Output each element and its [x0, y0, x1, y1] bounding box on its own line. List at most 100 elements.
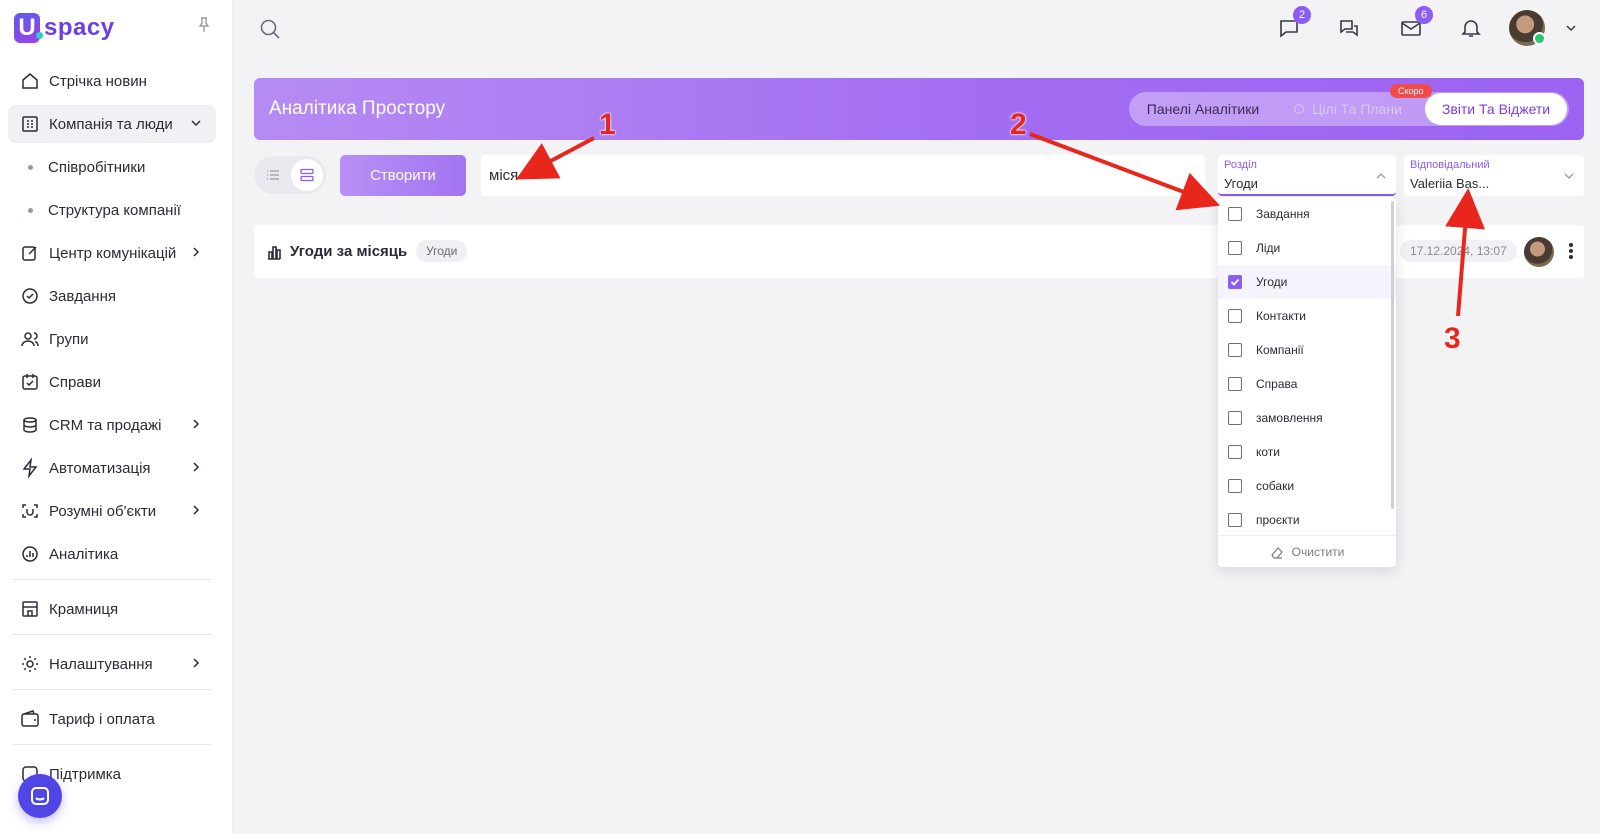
sidebar-subitem-employees[interactable]: Співробітники — [8, 148, 216, 186]
section-option-label: замовлення — [1256, 411, 1323, 425]
eraser-icon — [1270, 546, 1283, 559]
section-option[interactable]: Ліди — [1218, 231, 1396, 265]
topbar: 2 6 — [233, 0, 1600, 56]
loading-icon — [1294, 104, 1305, 114]
search-input[interactable] — [481, 155, 1205, 196]
section-option[interactable]: Угоди — [1218, 265, 1396, 299]
section-option[interactable]: коти — [1218, 435, 1396, 469]
user-avatar[interactable] — [1509, 10, 1546, 46]
section-option[interactable]: Компанії — [1218, 333, 1396, 367]
chevron-up-icon — [1376, 173, 1386, 179]
section-option[interactable]: проєкти — [1218, 503, 1396, 535]
tab-dashboards[interactable]: Панелі Аналітики — [1129, 92, 1277, 126]
chat-bubbles-icon — [1340, 20, 1358, 37]
chevron-down-icon[interactable] — [1565, 22, 1577, 34]
responsible-select-value: Valeriia Bas... — [1410, 176, 1490, 191]
section-option-label: собаки — [1256, 479, 1295, 493]
sidebar-divider — [12, 579, 212, 580]
responsible-select[interactable]: Відповідальний Valeriia Bas... — [1404, 155, 1584, 196]
report-date: 17.12.2024, 13:07 — [1400, 240, 1517, 262]
tab-reports[interactable]: Звіти Та Віджети — [1425, 93, 1567, 125]
sidebar-item-label: Автоматизація — [49, 459, 151, 477]
sidebar-item-label: Аналітика — [49, 545, 119, 563]
sidebar-item-smart-objects[interactable]: Розумні об'єкти — [8, 492, 216, 530]
chat-button[interactable]: 2 — [1277, 6, 1311, 40]
discussions-button[interactable] — [1337, 16, 1361, 40]
section-option-label: Компанії — [1256, 343, 1304, 357]
analytics-header: Аналітика Простору Панелі Аналітики Цілі… — [254, 78, 1584, 140]
page-title: Аналітика Простору — [269, 98, 446, 119]
gear-icon — [22, 656, 38, 672]
checkbox[interactable] — [1228, 411, 1242, 425]
section-option[interactable]: Справа — [1218, 367, 1396, 401]
checkbox[interactable] — [1228, 377, 1242, 391]
dropdown-scrollbar[interactable] — [1391, 201, 1394, 509]
sidebar-item-store[interactable]: Крамниця — [8, 590, 216, 628]
sidebar-item-tasks[interactable]: Завдання — [8, 277, 216, 315]
section-options-list: Завдання Ліди Угоди Контакти Компанії Справа з… — [1218, 197, 1396, 535]
checkbox[interactable] — [1228, 241, 1242, 255]
sidebar-divider — [12, 689, 212, 690]
logo[interactable]: U spacy — [14, 10, 115, 46]
checkbox[interactable] — [1228, 513, 1242, 527]
checkbox[interactable] — [1228, 445, 1242, 459]
sidebar-item-settings[interactable]: Налаштування — [8, 645, 216, 683]
section-option[interactable]: собаки — [1218, 469, 1396, 503]
sidebar-item-label: Справи — [49, 373, 101, 391]
section-option[interactable]: Завдання — [1218, 197, 1396, 231]
chat-bubble-icon — [31, 787, 49, 805]
database-icon — [23, 417, 37, 433]
bar-chart-icon — [268, 246, 281, 260]
section-option[interactable]: замовлення — [1218, 401, 1396, 435]
checkbox[interactable] — [1228, 207, 1242, 221]
sidebar-item-crm[interactable]: CRM та продажі — [8, 406, 216, 444]
section-dropdown: Завдання Ліди Угоди Контакти Компанії Справа з… — [1218, 197, 1396, 567]
list-view-button[interactable] — [257, 159, 289, 191]
check-circle-icon — [22, 288, 38, 304]
checkbox-checked[interactable] — [1228, 275, 1242, 289]
more-vertical-icon[interactable] — [1568, 241, 1574, 261]
sidebar-item-billing[interactable]: Тариф і оплата — [8, 700, 216, 738]
store-icon — [22, 601, 38, 617]
section-option-label: Ліди — [1256, 241, 1281, 255]
sidebar: U spacy Стрічка новин Компанія та люди С… — [0, 0, 233, 834]
building-icon — [22, 116, 38, 132]
bell-icon — [1461, 20, 1481, 37]
view-toggle — [254, 156, 326, 194]
sidebar-item-news[interactable]: Стрічка новин — [8, 62, 216, 100]
section-tabs: Панелі Аналітики Цілі Та Плани Звіти Та … — [1129, 92, 1569, 126]
search-icon[interactable] — [259, 18, 281, 40]
sidebar-item-deals[interactable]: Справи — [8, 363, 216, 401]
section-option-label: проєкти — [1256, 513, 1300, 527]
sidebar-subitem-structure[interactable]: Структура компанії — [8, 191, 216, 229]
calendar-check-icon — [22, 374, 38, 390]
sidebar-item-label: Структура компанії — [48, 201, 181, 219]
checkbox[interactable] — [1228, 343, 1242, 357]
section-select-value: Угоди — [1224, 176, 1258, 191]
sidebar-item-analytics[interactable]: Аналітика — [8, 535, 216, 573]
card-view-button[interactable] — [291, 159, 323, 191]
create-button[interactable]: Створити — [340, 155, 466, 196]
section-select-label: Розділ — [1224, 159, 1257, 171]
chart-circle-icon — [22, 546, 38, 562]
chevron-right-icon — [193, 462, 200, 472]
sidebar-item-groups[interactable]: Групи — [8, 320, 216, 358]
notifications-button[interactable] — [1459, 16, 1483, 40]
clear-button[interactable]: Очистити — [1218, 535, 1396, 567]
section-option-label: Завдання — [1256, 207, 1310, 221]
section-option[interactable]: Контакти — [1218, 299, 1396, 333]
checkbox[interactable] — [1228, 309, 1242, 323]
mail-button[interactable]: 6 — [1399, 6, 1433, 40]
sidebar-item-label: Розумні об'єкти — [49, 502, 157, 520]
sidebar-nav: Стрічка новин Компанія та люди Співробіт… — [8, 62, 216, 798]
sidebar-item-company[interactable]: Компанія та люди — [8, 105, 216, 143]
chat-support-button[interactable] — [18, 774, 62, 818]
chevron-down-icon — [191, 120, 201, 127]
check-icon — [1230, 278, 1240, 286]
sidebar-item-automation[interactable]: Автоматизація — [8, 449, 216, 487]
sidebar-item-communications[interactable]: Центр комунікацій — [8, 234, 216, 272]
checkbox[interactable] — [1228, 479, 1242, 493]
section-select[interactable]: Розділ Угоди — [1218, 155, 1396, 196]
pin-icon[interactable] — [196, 16, 212, 34]
scan-icon — [22, 504, 38, 518]
